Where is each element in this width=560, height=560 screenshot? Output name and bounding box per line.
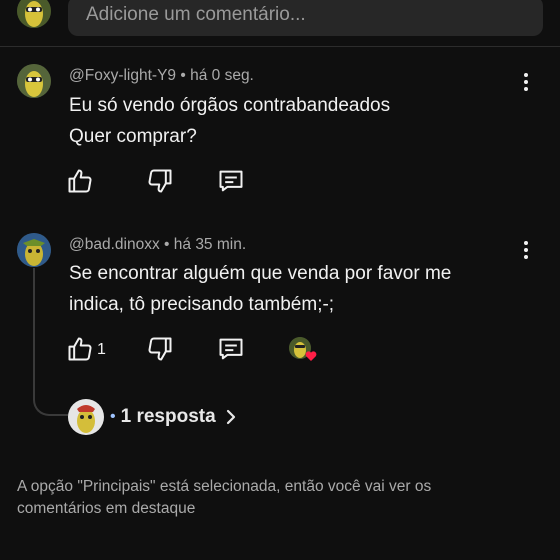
comment-text-line: Se encontrar alguém que venda por favor … <box>69 263 452 284</box>
reply-comment-icon <box>219 170 243 192</box>
sort-info-line: A opção "Principais" está selecionada, e… <box>17 478 432 495</box>
dislike-button[interactable] <box>146 335 174 363</box>
comment-author[interactable]: @Foxy-light-Y9 <box>69 67 176 84</box>
comment-text-line: indica, tô precisando também;-; <box>69 294 335 315</box>
comment-time: há 0 seg. <box>190 67 254 84</box>
divider <box>0 46 560 47</box>
chevron-right-icon <box>224 408 238 426</box>
more-options-button[interactable] <box>514 70 538 94</box>
commenter-avatar[interactable] <box>17 233 51 267</box>
thumbs-down-icon <box>148 337 172 361</box>
view-replies-button[interactable]: • 1 resposta <box>68 399 238 435</box>
reply-avatar <box>68 399 104 435</box>
meta-separator: • <box>164 236 174 253</box>
comment-text: Se encontrar alguém que venda por favor … <box>69 258 509 320</box>
comment-text-line: Quer comprar? <box>69 126 197 147</box>
reply-dot: • <box>110 408 116 425</box>
more-vertical-icon <box>524 73 528 77</box>
comment-time: há 35 min. <box>173 236 247 253</box>
like-button[interactable] <box>66 335 94 363</box>
comment-text-line: Eu só vendo órgãos contrabandeados <box>69 95 391 116</box>
comment-text: Eu só vendo órgãos contrabandeados Quer … <box>69 90 509 152</box>
comment-input[interactable]: Adicione um comentário... <box>68 0 543 36</box>
thumbs-up-icon <box>68 169 92 193</box>
heart-icon <box>305 351 317 361</box>
thumbs-up-icon <box>68 337 92 361</box>
like-button[interactable] <box>66 167 94 195</box>
comment-composer: Adicione um comentário... <box>0 0 560 46</box>
thumbs-down-icon <box>148 169 172 193</box>
user-avatar[interactable] <box>17 0 51 28</box>
reply-button[interactable] <box>217 335 245 363</box>
reply-count-label: 1 resposta <box>120 406 216 427</box>
thread-connector <box>33 268 69 416</box>
comment-meta: @bad.dinoxx • há 35 min. <box>69 236 246 254</box>
more-options-button[interactable] <box>514 238 538 262</box>
reply-comment-icon <box>219 338 243 360</box>
reply-button[interactable] <box>217 167 245 195</box>
comment-author[interactable]: @bad.dinoxx <box>69 236 160 253</box>
more-vertical-icon <box>524 241 528 245</box>
comment-meta: @Foxy-light-Y9 • há 0 seg. <box>69 67 254 85</box>
like-count: 1 <box>97 341 106 358</box>
dislike-button[interactable] <box>146 167 174 195</box>
meta-separator: • <box>180 67 191 84</box>
sort-info-line: comentários em destaque <box>17 500 196 517</box>
commenter-avatar[interactable] <box>17 64 51 98</box>
sort-info-note: A opção "Principais" está selecionada, e… <box>17 476 517 520</box>
